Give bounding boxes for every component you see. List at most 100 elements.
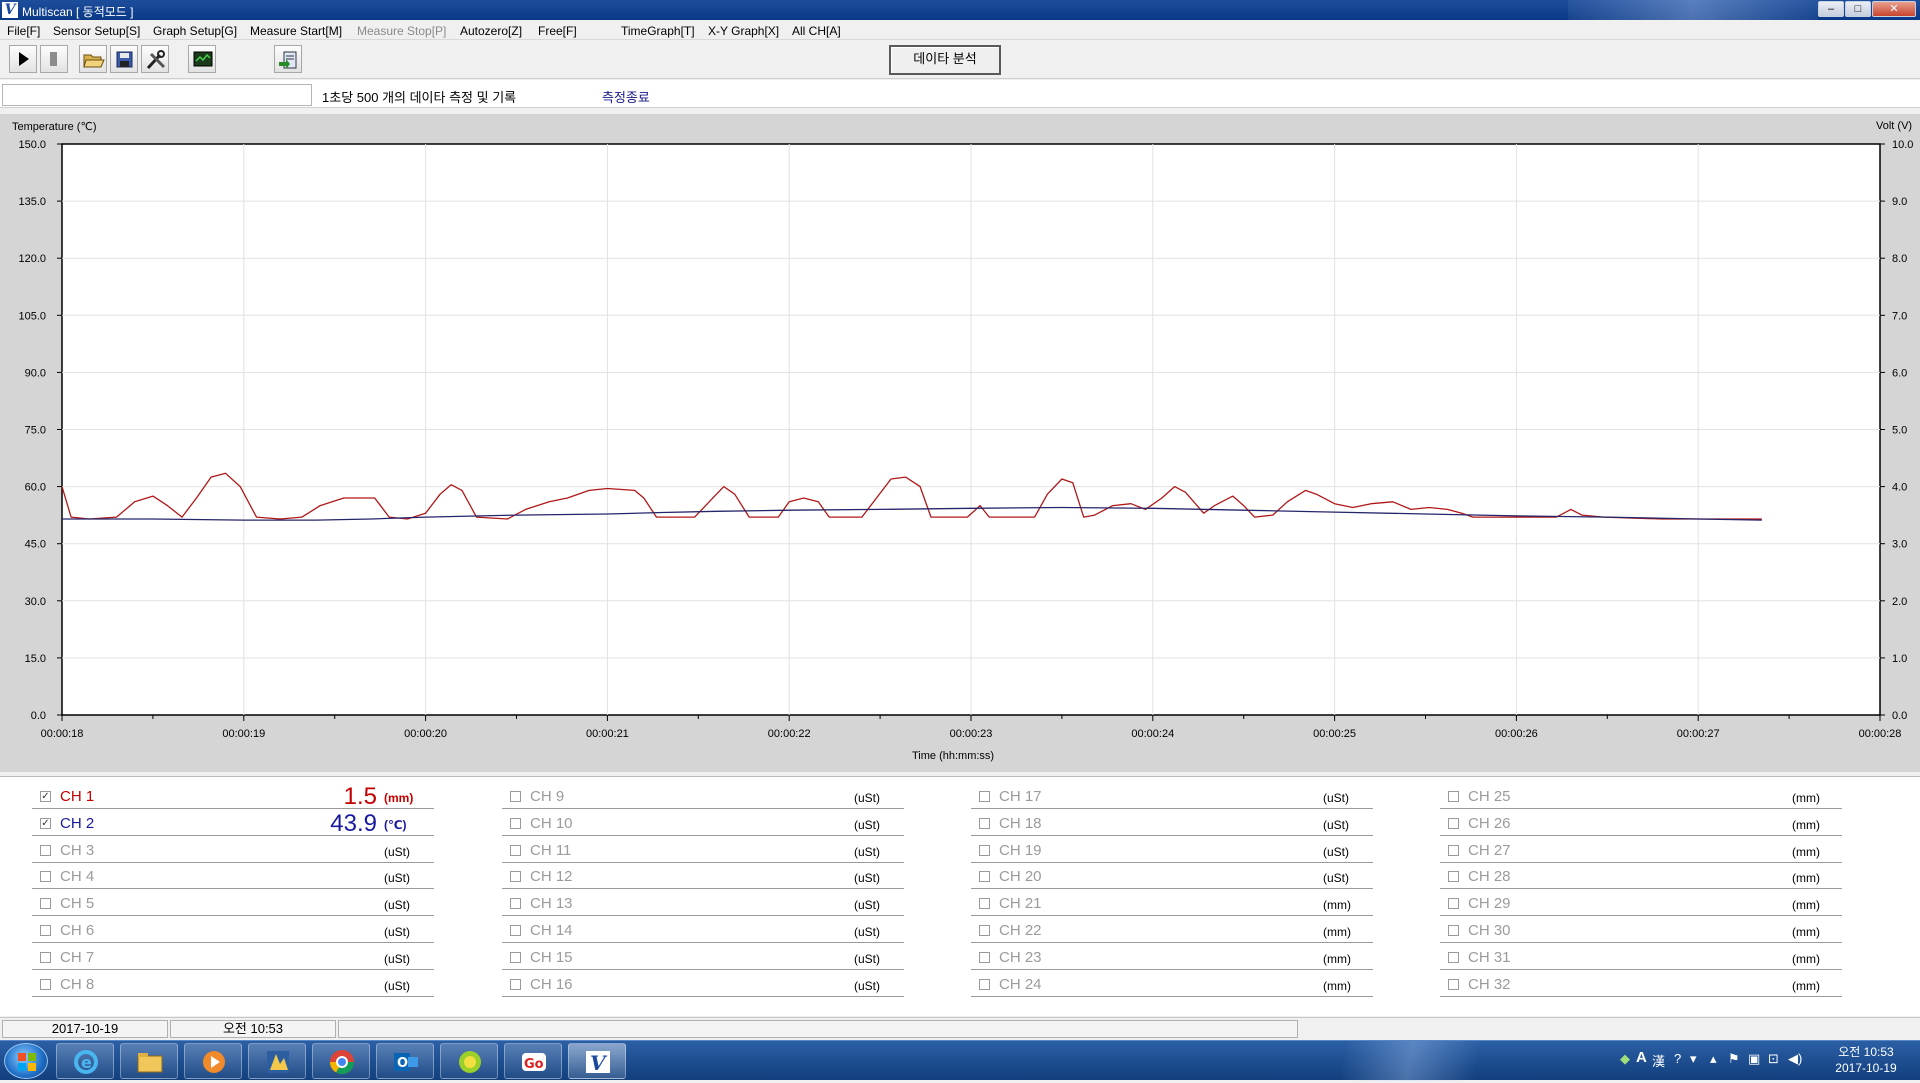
channel-row-11: CH 11 (uSt): [502, 839, 904, 863]
channel-row-29: CH 29 (mm): [1440, 892, 1842, 917]
taskbar-gom[interactable]: Go: [504, 1043, 562, 1079]
channel-checkbox[interactable]: [510, 817, 521, 829]
channel-checkbox[interactable]: [510, 898, 521, 910]
taskbar-green-app[interactable]: [440, 1043, 498, 1079]
channel-unit: (mm): [1792, 898, 1820, 913]
channel-label: CH 19: [999, 841, 1042, 859]
menu-free[interactable]: Free[F]: [538, 24, 577, 38]
export-button[interactable]: [274, 45, 302, 73]
channel-checkbox[interactable]: [40, 978, 51, 990]
channel-checkbox[interactable]: [979, 898, 990, 910]
channel-checkbox[interactable]: [1448, 951, 1459, 963]
x-tick-label: 00:00:22: [768, 728, 811, 740]
channel-checkbox[interactable]: [1448, 871, 1459, 883]
tools-button[interactable]: [141, 45, 169, 73]
taskbar-chrome[interactable]: [312, 1043, 370, 1079]
close-button[interactable]: ✕: [1872, 1, 1916, 17]
channel-checkbox[interactable]: [979, 844, 990, 856]
menu-xy-graph[interactable]: X-Y Graph[X]: [708, 24, 779, 38]
taskbar-clock[interactable]: 오전 10:53 2017-10-19: [1818, 1044, 1914, 1076]
channel-checkbox[interactable]: [40, 898, 51, 910]
channel-checkbox[interactable]: [1448, 817, 1459, 829]
channel-checkbox[interactable]: [510, 951, 521, 963]
y-tick-label: 150.0: [18, 139, 46, 151]
menu-sensor-setup[interactable]: Sensor Setup[S]: [53, 24, 140, 38]
tray-network-icon[interactable]: ⊡: [1768, 1051, 1779, 1067]
tray-flag-icon[interactable]: ⚑: [1728, 1051, 1740, 1067]
channel-checkbox[interactable]: [510, 791, 521, 802]
channel-checkbox[interactable]: [510, 978, 521, 990]
channel-checkbox[interactable]: [979, 925, 990, 936]
menu-all-ch[interactable]: All CH[A]: [792, 24, 841, 38]
monitor-button[interactable]: [188, 45, 216, 73]
channel-label: CH 24: [999, 975, 1042, 993]
channel-checkbox[interactable]: [979, 817, 990, 829]
channel-label: CH 29: [1468, 895, 1511, 913]
channel-checkbox[interactable]: [979, 978, 990, 990]
menu-graph-setup[interactable]: Graph Setup[G]: [153, 24, 237, 38]
menu-timegraph[interactable]: TimeGraph[T]: [621, 24, 695, 38]
tray-expand-icon[interactable]: ▴: [1710, 1051, 1717, 1067]
channel-checkbox[interactable]: [510, 925, 521, 936]
app-green-icon: [459, 1051, 481, 1073]
tray-hanja-indicator[interactable]: 漢: [1652, 1051, 1665, 1070]
tray-help-icon[interactable]: ?: [1674, 1051, 1681, 1066]
menu-bar: File[F] Sensor Setup[S] Graph Setup[G] M…: [0, 20, 1920, 40]
x-tick-label: 00:00:18: [41, 728, 84, 740]
tray-shield-icon[interactable]: ◆: [1620, 1051, 1630, 1067]
channel-label: CH 2: [60, 814, 95, 832]
channel-checkbox[interactable]: [979, 791, 990, 802]
channel-checkbox[interactable]: [1448, 791, 1459, 802]
channel-checkbox[interactable]: ✓: [40, 791, 51, 802]
menu-measure-stop[interactable]: Measure Stop[P]: [357, 24, 446, 38]
taskbar-multiscan[interactable]: V: [568, 1043, 626, 1079]
channel-row-14: CH 14 (uSt): [502, 919, 904, 943]
channel-checkbox[interactable]: [979, 951, 990, 963]
data-analysis-button[interactable]: 데이타 분석: [889, 45, 1001, 75]
tray-options-icon[interactable]: ▾: [1690, 1051, 1697, 1067]
minimize-button[interactable]: –: [1818, 1, 1844, 17]
channel-checkbox[interactable]: [40, 844, 51, 856]
time-graph-chart[interactable]: 150.0 10.0 135.0 9.0 120.0 8.0 105.0 7.0 90.0 6.0…: [0, 114, 1920, 772]
channel-unit: (uSt): [384, 978, 411, 993]
channel-row-9: CH 9 (uSt): [502, 785, 904, 809]
channel-unit: (uSt): [1323, 844, 1350, 859]
system-tray: ◆ A 漢 ? ▾ ▴ ⚑ ▣ ⊡ ◀): [1612, 1041, 1812, 1081]
channel-checkbox[interactable]: [1448, 844, 1459, 856]
channel-checkbox[interactable]: [1448, 925, 1459, 936]
taskbar-outlook[interactable]: O: [376, 1043, 434, 1079]
start-button[interactable]: [4, 1043, 48, 1079]
open-button[interactable]: [79, 45, 107, 73]
maximize-button[interactable]: □: [1845, 1, 1871, 17]
save-button[interactable]: [110, 45, 138, 73]
taskbar-ie[interactable]: e: [56, 1043, 114, 1079]
taskbar-media-player[interactable]: [184, 1043, 242, 1079]
channel-checkbox[interactable]: [40, 951, 51, 963]
channel-row-15: CH 15 (uSt): [502, 946, 904, 970]
play-button[interactable]: [9, 45, 37, 73]
menu-autozero[interactable]: Autozero[Z]: [460, 24, 522, 38]
tray-device-icon[interactable]: ▣: [1748, 1051, 1760, 1067]
stop-button[interactable]: [40, 45, 68, 73]
channel-checkbox[interactable]: [510, 871, 521, 883]
channel-checkbox[interactable]: [40, 925, 51, 936]
taskbar-app[interactable]: [248, 1043, 306, 1079]
channel-row-31: CH 31 (mm): [1440, 946, 1842, 970]
taskbar-explorer[interactable]: [120, 1043, 178, 1079]
menu-measure-start[interactable]: Measure Start[M]: [250, 24, 342, 38]
status-strip: 1초당 500 개의 데이타 측정 및 기록 측정종료: [0, 80, 1920, 108]
svg-text:O: O: [397, 1056, 408, 1071]
file-explorer-icon: [137, 1053, 163, 1073]
channel-checkbox[interactable]: [1448, 898, 1459, 910]
channel-checkbox[interactable]: [979, 871, 990, 883]
tray-lang-indicator[interactable]: A: [1636, 1049, 1647, 1066]
channel-checkbox[interactable]: [510, 844, 521, 856]
channel-checkbox[interactable]: [1448, 978, 1459, 990]
window-title: Multiscan [ 동적모드 ]: [22, 5, 134, 19]
y-tick-label: 75.0: [25, 425, 46, 437]
x-tick-label: 00:00:24: [1131, 728, 1174, 740]
channel-checkbox[interactable]: [40, 871, 51, 883]
menu-file[interactable]: File[F]: [7, 24, 40, 38]
tray-volume-icon[interactable]: ◀): [1788, 1051, 1802, 1067]
channel-checkbox[interactable]: ✓: [40, 817, 51, 829]
